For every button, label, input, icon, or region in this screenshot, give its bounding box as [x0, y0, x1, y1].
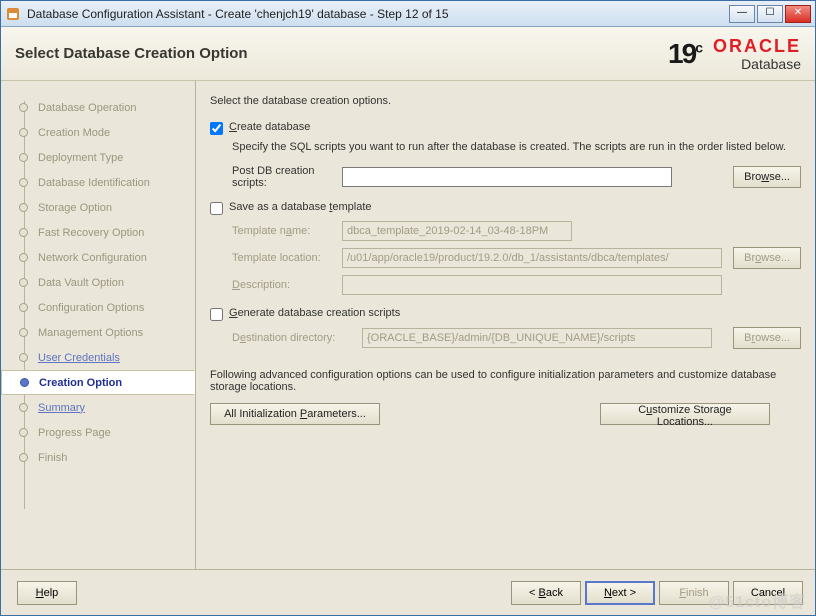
template-name-input	[342, 221, 572, 241]
step-creation-option[interactable]: Creation Option	[1, 370, 195, 395]
footer: Help < Back Next > Finish Cancel	[1, 569, 815, 615]
browse-post-scripts-button[interactable]: Browse...	[733, 166, 801, 188]
step-finish: Finish	[19, 445, 187, 470]
generate-scripts-label: Generate database creation scripts	[229, 307, 400, 319]
step-label: Storage Option	[38, 202, 112, 214]
back-button[interactable]: < Back	[511, 581, 581, 605]
browse-template-loc-button: Browse...	[733, 247, 801, 269]
oracle-logo: ORACLE	[713, 37, 801, 55]
step-progress-page: Progress Page	[19, 420, 187, 445]
dest-dir-label: Destination directory:	[232, 332, 362, 344]
template-name-label: Template name:	[232, 225, 342, 237]
sidebar: Database Operation Creation Mode Deploymen…	[1, 81, 196, 569]
database-label: Database	[741, 57, 801, 71]
step-label: Creation Mode	[38, 127, 110, 139]
titlebar: Database Configuration Assistant - Creat…	[1, 1, 815, 27]
step-fast-recovery-option: Fast Recovery Option	[19, 220, 187, 245]
generate-scripts-checkbox[interactable]	[210, 308, 223, 321]
post-scripts-input[interactable]	[342, 167, 672, 187]
step-label: Management Options	[38, 327, 143, 339]
brand: 19c ORACLE Database	[668, 37, 801, 71]
step-storage-option: Storage Option	[19, 195, 187, 220]
template-loc-input	[342, 248, 722, 268]
step-label: Creation Option	[39, 377, 122, 389]
advanced-text: Following advanced configuration options…	[210, 369, 801, 393]
body: Database Operation Creation Mode Deploymen…	[1, 81, 815, 569]
step-data-vault-option: Data Vault Option	[19, 270, 187, 295]
step-database-identification: Database Identification	[19, 170, 187, 195]
version: 19c	[668, 38, 701, 70]
step-label: Fast Recovery Option	[38, 227, 144, 239]
lead-text: Select the database creation options.	[210, 95, 801, 107]
step-network-configuration: Network Configuration	[19, 245, 187, 270]
app-window: Database Configuration Assistant - Creat…	[0, 0, 816, 616]
step-label: Deployment Type	[38, 152, 123, 164]
template-loc-label: Template location:	[232, 252, 342, 264]
create-database-label: Create database	[229, 121, 310, 133]
step-label: Summary	[38, 402, 85, 414]
step-creation-mode: Creation Mode	[19, 120, 187, 145]
save-template-label: Save as a database template	[229, 201, 372, 213]
save-template-checkbox[interactable]	[210, 202, 223, 215]
next-button[interactable]: Next >	[585, 581, 655, 605]
help-button[interactable]: Help	[17, 581, 77, 605]
step-management-options: Management Options	[19, 320, 187, 345]
window-title: Database Configuration Assistant - Creat…	[27, 7, 729, 21]
maximize-button[interactable]: ☐	[757, 5, 783, 23]
header: Select Database Creation Option 19c ORAC…	[1, 27, 815, 81]
step-label: User Credentials	[38, 352, 120, 364]
post-scripts-label: Post DB creation scripts:	[232, 165, 342, 189]
minimize-button[interactable]: —	[729, 5, 755, 23]
content: Select the database creation options. Cr…	[196, 81, 815, 569]
step-label: Finish	[38, 452, 67, 464]
step-label: Database Operation	[38, 102, 136, 114]
dest-dir-input	[362, 328, 712, 348]
step-label: Configuration Options	[38, 302, 144, 314]
description-input	[342, 275, 722, 295]
create-database-checkbox[interactable]	[210, 122, 223, 135]
browse-dest-dir-button: Browse...	[733, 327, 801, 349]
description-label: Description:	[232, 279, 342, 291]
step-label: Network Configuration	[38, 252, 147, 264]
all-init-params-button[interactable]: All Initialization Parameters...	[210, 403, 380, 425]
app-icon	[5, 6, 21, 22]
step-label: Database Identification	[38, 177, 150, 189]
customize-storage-button[interactable]: Customize Storage Locations...	[600, 403, 770, 425]
step-user-credentials[interactable]: User Credentials	[19, 345, 187, 370]
window-controls: — ☐ ✕	[729, 5, 811, 23]
page-title: Select Database Creation Option	[15, 45, 248, 62]
step-configuration-options: Configuration Options	[19, 295, 187, 320]
close-button[interactable]: ✕	[785, 5, 811, 23]
step-database-operation: Database Operation	[19, 95, 187, 120]
step-summary[interactable]: Summary	[19, 395, 187, 420]
create-db-desc: Specify the SQL scripts you want to run …	[232, 141, 801, 153]
watermark: @51cto博客	[709, 588, 806, 612]
step-label: Data Vault Option	[38, 277, 124, 289]
step-label: Progress Page	[38, 427, 111, 439]
step-deployment-type: Deployment Type	[19, 145, 187, 170]
